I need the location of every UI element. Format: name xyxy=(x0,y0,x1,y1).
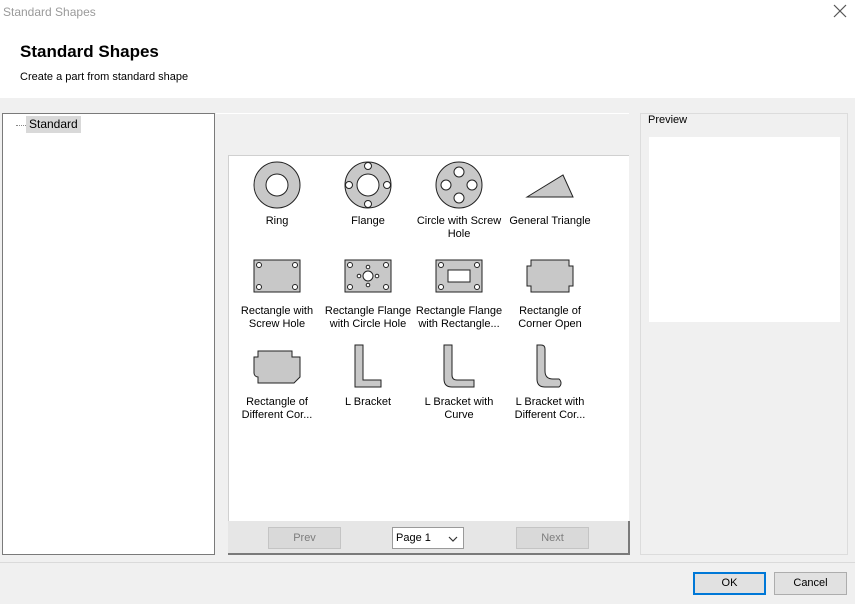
triangle-icon xyxy=(525,174,574,198)
rect-screw-hole-icon xyxy=(253,259,301,293)
dialog-title: Standard Shapes xyxy=(20,42,159,61)
shape-label: Ring xyxy=(265,215,289,227)
shape-item-general-triangle[interactable]: General Triangle xyxy=(504,160,596,228)
pager-bar: Prev Page 1 Next xyxy=(228,521,630,555)
shape-label: Rectangle of Different Cor... xyxy=(241,396,313,421)
dialog-subtitle: Create a part from standard shape xyxy=(20,71,189,83)
prev-button[interactable]: Prev xyxy=(268,527,341,549)
rect-flange-rect-icon xyxy=(435,259,483,293)
rect-diff-corner-icon xyxy=(253,350,301,384)
cancel-button[interactable]: Cancel xyxy=(774,572,847,595)
window-title: Standard Shapes xyxy=(3,5,96,19)
shape-item-rect-flange-circle[interactable]: Rectangle Flange with Circle Hole xyxy=(322,252,414,331)
chevron-down-icon xyxy=(448,536,458,542)
dialog-header: Standard Shapes Create a part from stand… xyxy=(0,24,855,98)
page-select[interactable]: Page 1 xyxy=(392,527,464,549)
shape-gallery: Ring Flange Circle with Screw Hole Gener… xyxy=(228,155,629,521)
l-bracket-icon xyxy=(354,344,382,388)
gallery-toolbar-area xyxy=(216,113,629,155)
footer-divider xyxy=(0,562,855,563)
l-bracket-curve-icon xyxy=(443,344,475,388)
shape-label: L Bracket xyxy=(344,396,392,408)
rect-flange-circle-icon xyxy=(344,259,392,293)
flange-icon xyxy=(344,161,392,209)
preview-canvas xyxy=(649,137,840,322)
shape-label: Rectangle with Screw Hole xyxy=(240,305,314,330)
preview-group: Preview xyxy=(640,113,848,555)
preview-label: Preview xyxy=(646,114,690,126)
shape-label: Rectangle Flange with Circle Hole xyxy=(324,305,412,330)
shape-label: L Bracket with Curve xyxy=(424,396,494,421)
close-icon[interactable] xyxy=(831,2,849,20)
page-select-value: Page 1 xyxy=(396,532,431,544)
shape-item-rect-diff-corner[interactable]: Rectangle of Different Cor... xyxy=(231,343,323,422)
ring-icon xyxy=(253,161,301,209)
shape-label: Flange xyxy=(351,215,385,227)
shape-item-rect-screw-hole[interactable]: Rectangle with Screw Hole xyxy=(231,252,323,331)
shape-item-rect-corner-open[interactable]: Rectangle of Corner Open xyxy=(504,252,596,331)
shape-item-l-bracket-curve[interactable]: L Bracket with Curve xyxy=(413,343,505,422)
shape-item-l-bracket[interactable]: L Bracket xyxy=(322,343,414,409)
shape-label: Rectangle of Corner Open xyxy=(518,305,582,330)
ok-button[interactable]: OK xyxy=(693,572,766,595)
shape-item-l-bracket-diff[interactable]: L Bracket with Different Cor... xyxy=(504,343,596,422)
tree-connector xyxy=(16,125,26,126)
tree-node-standard[interactable]: Standard xyxy=(26,116,81,133)
shape-item-rect-flange-rect[interactable]: Rectangle Flange with Rectangle... xyxy=(413,252,505,331)
shape-label: Circle with Screw Hole xyxy=(416,215,502,240)
l-bracket-diff-icon xyxy=(536,344,562,388)
shape-label: Rectangle Flange with Rectangle... xyxy=(415,305,503,330)
shape-label: General Triangle xyxy=(509,215,591,227)
shape-item-circle-screw-hole[interactable]: Circle with Screw Hole xyxy=(413,160,505,241)
shape-label: L Bracket with Different Cor... xyxy=(514,396,586,421)
circle-screw-hole-icon xyxy=(435,161,483,209)
rect-corner-open-icon xyxy=(526,259,574,293)
title-bar: Standard Shapes xyxy=(0,0,855,24)
shape-item-flange[interactable]: Flange xyxy=(322,160,414,228)
category-tree[interactable]: Standard xyxy=(2,113,215,555)
shape-item-ring[interactable]: Ring xyxy=(231,160,323,228)
next-button[interactable]: Next xyxy=(516,527,589,549)
